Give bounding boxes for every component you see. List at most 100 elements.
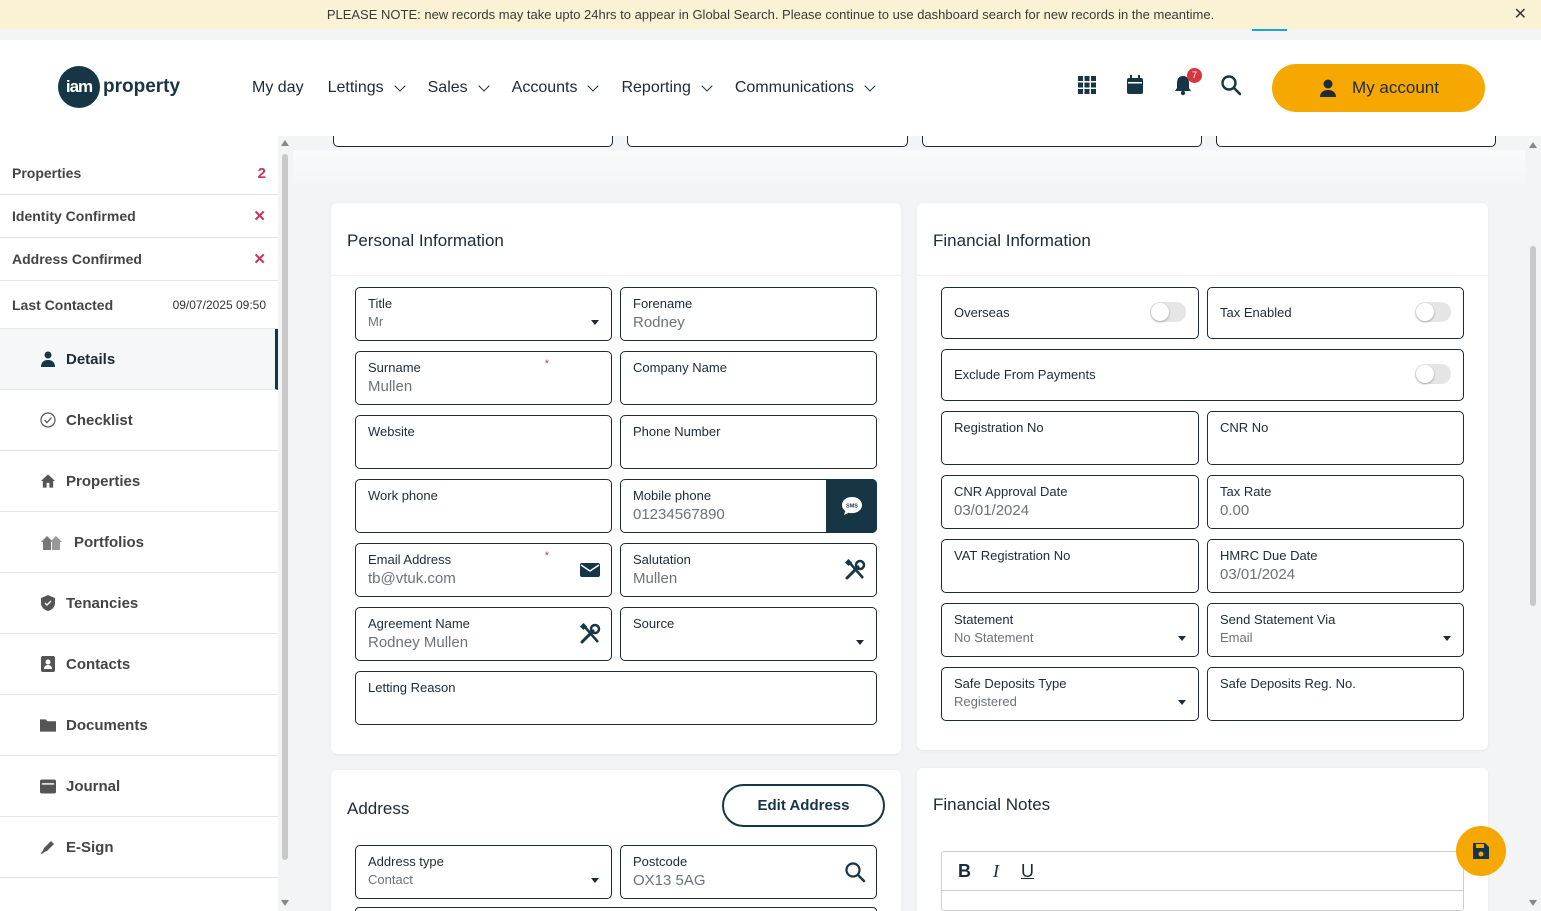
my-account-button[interactable]: My account [1272, 64, 1485, 112]
main-scrollbar[interactable] [1528, 140, 1538, 910]
sidebar-scroll-thumb[interactable] [282, 154, 288, 860]
shield-icon [40, 595, 56, 611]
work-phone-field[interactable]: Work phone [355, 479, 612, 533]
calendar-icon[interactable] [1124, 74, 1146, 96]
sidebar-item-checklist[interactable]: Checklist [0, 390, 278, 451]
address-type-select[interactable]: Address type Contact [355, 845, 612, 899]
sidebar-item-properties[interactable]: Properties [0, 451, 278, 512]
phone-number-field[interactable]: Phone Number [620, 415, 877, 469]
envelope-icon[interactable] [579, 559, 601, 581]
nav-lettings[interactable]: Lettings [327, 79, 406, 97]
sidebar-item-esign[interactable]: E-Sign [0, 817, 278, 878]
send-statement-via-select[interactable]: Send Statement Via Email [1207, 603, 1464, 657]
stat-last-contacted: Last Contacted 09/07/2025 09:50 [0, 281, 278, 329]
italic-button[interactable]: I [993, 861, 999, 882]
field-label: Surname [368, 360, 421, 375]
sidebar-scrollbar[interactable] [281, 140, 289, 906]
clipped-field[interactable] [1216, 136, 1496, 147]
tools-icon[interactable] [579, 622, 601, 645]
clipped-field[interactable] [355, 907, 877, 911]
letting-reason-field[interactable]: Letting Reason [355, 671, 877, 725]
main-nav: My day Lettings Sales Accounts Reporting… [252, 40, 876, 136]
registration-no-field[interactable]: Registration No [941, 411, 1199, 465]
banner-close-icon[interactable]: ✕ [1514, 0, 1527, 29]
source-select[interactable]: Source [620, 607, 877, 661]
sidebar-item-journal[interactable]: Journal [0, 756, 278, 817]
field-label: CNR No [1220, 420, 1269, 435]
website-field[interactable]: Website [355, 415, 612, 469]
company-name-field[interactable]: Company Name [620, 351, 877, 405]
nav-accounts[interactable]: Accounts [512, 79, 600, 97]
safe-deposits-reg-field[interactable]: Safe Deposits Reg. No. [1207, 667, 1464, 721]
title-select[interactable]: Title Mr [355, 287, 612, 341]
sidebar-item-details[interactable]: Details [0, 329, 278, 390]
field-label: Phone Number [633, 424, 721, 439]
bold-button[interactable]: B [958, 861, 971, 882]
nav-sales[interactable]: Sales [428, 79, 490, 97]
save-button[interactable] [1456, 826, 1506, 876]
statement-select[interactable]: Statement No Statement [941, 603, 1199, 657]
agreement-name-field[interactable]: Agreement Name Rodney Mullen [355, 607, 612, 661]
stat-properties: Properties 2 [0, 152, 278, 195]
email-address-field[interactable]: Email Address tb@vtuk.com * [355, 543, 612, 597]
postcode-field[interactable]: Postcode OX13 5AG [620, 845, 877, 899]
surname-field[interactable]: Surname Mullen * [355, 351, 612, 405]
chevron-down-icon [701, 79, 713, 92]
vat-registration-field[interactable]: VAT Registration No [941, 539, 1199, 593]
tools-icon[interactable] [844, 558, 866, 581]
field-value: OX13 5AG [633, 872, 706, 889]
caret-down-icon [856, 640, 864, 645]
sidebar-item-label: E-Sign [66, 838, 114, 856]
scroll-up-arrow[interactable] [1529, 142, 1537, 148]
sidebar-item-portfolios[interactable]: Portfolios [0, 512, 278, 573]
field-label: Company Name [633, 360, 727, 375]
clipped-field[interactable] [922, 136, 1202, 147]
nav-label: Lettings [327, 79, 384, 96]
clipped-field[interactable] [333, 136, 613, 147]
cnr-no-field[interactable]: CNR No [1207, 411, 1464, 465]
stat-label: Properties [12, 165, 82, 181]
sidebar-item-label: Journal [66, 777, 121, 795]
nav-communications[interactable]: Communications [735, 79, 876, 97]
scroll-down-arrow[interactable] [1529, 900, 1537, 906]
field-label: Work phone [368, 488, 438, 503]
underline-button[interactable]: U [1021, 861, 1034, 882]
salutation-field[interactable]: Salutation Mullen [620, 543, 877, 597]
safe-deposits-type-select[interactable]: Safe Deposits Type Registered [941, 667, 1199, 721]
main-scroll-thumb[interactable] [1530, 246, 1536, 606]
stat-value: 09/07/2025 09:50 [172, 297, 266, 312]
forename-field[interactable]: Forename Rodney [620, 287, 877, 341]
field-label: Email Address [368, 552, 452, 567]
scroll-down-arrow[interactable] [281, 900, 289, 906]
edit-address-button[interactable]: Edit Address [722, 784, 885, 827]
send-sms-button[interactable]: SMS [826, 479, 877, 533]
mobile-phone-field[interactable]: Mobile phone 01234567890 SMS [620, 479, 877, 533]
field-label: Registration No [954, 420, 1044, 435]
banner-text: PLEASE NOTE: new records may take upto 2… [326, 7, 1215, 22]
tax-rate-field[interactable]: Tax Rate 0.00 [1207, 475, 1464, 529]
search-icon[interactable] [1220, 74, 1242, 96]
nav-my-day[interactable]: My day [252, 79, 304, 97]
tax-enabled-toggle[interactable] [1415, 302, 1451, 322]
scroll-up-arrow[interactable] [281, 140, 289, 146]
clipped-field[interactable] [627, 136, 908, 147]
bell-icon[interactable]: 7 [1172, 68, 1202, 96]
cross-icon: ✕ [253, 251, 266, 268]
sidebar-item-contacts[interactable]: Contacts [0, 634, 278, 695]
cnr-approval-date-field[interactable]: CNR Approval Date 03/01/2024 [941, 475, 1199, 529]
field-label: Salutation [633, 552, 691, 567]
iam-property-logo[interactable]: iam property [58, 66, 180, 108]
nav-reporting[interactable]: Reporting [621, 79, 713, 97]
financial-notes-editor[interactable]: B I U [941, 851, 1464, 911]
grid-icon[interactable] [1076, 74, 1098, 96]
overseas-toggle[interactable] [1150, 302, 1186, 322]
sidebar-item-documents[interactable]: Documents [0, 695, 278, 756]
search-icon[interactable] [844, 861, 866, 883]
hmrc-due-date-field[interactable]: HMRC Due Date 03/01/2024 [1207, 539, 1464, 593]
stat-label: Identity Confirmed [12, 208, 136, 224]
field-label: Statement [954, 612, 1014, 627]
exclude-payments-toggle[interactable] [1415, 364, 1451, 384]
sidebar-item-tenancies[interactable]: Tenancies [0, 573, 278, 634]
field-label: CNR Approval Date [954, 484, 1068, 499]
field-value: 03/01/2024 [954, 502, 1030, 519]
